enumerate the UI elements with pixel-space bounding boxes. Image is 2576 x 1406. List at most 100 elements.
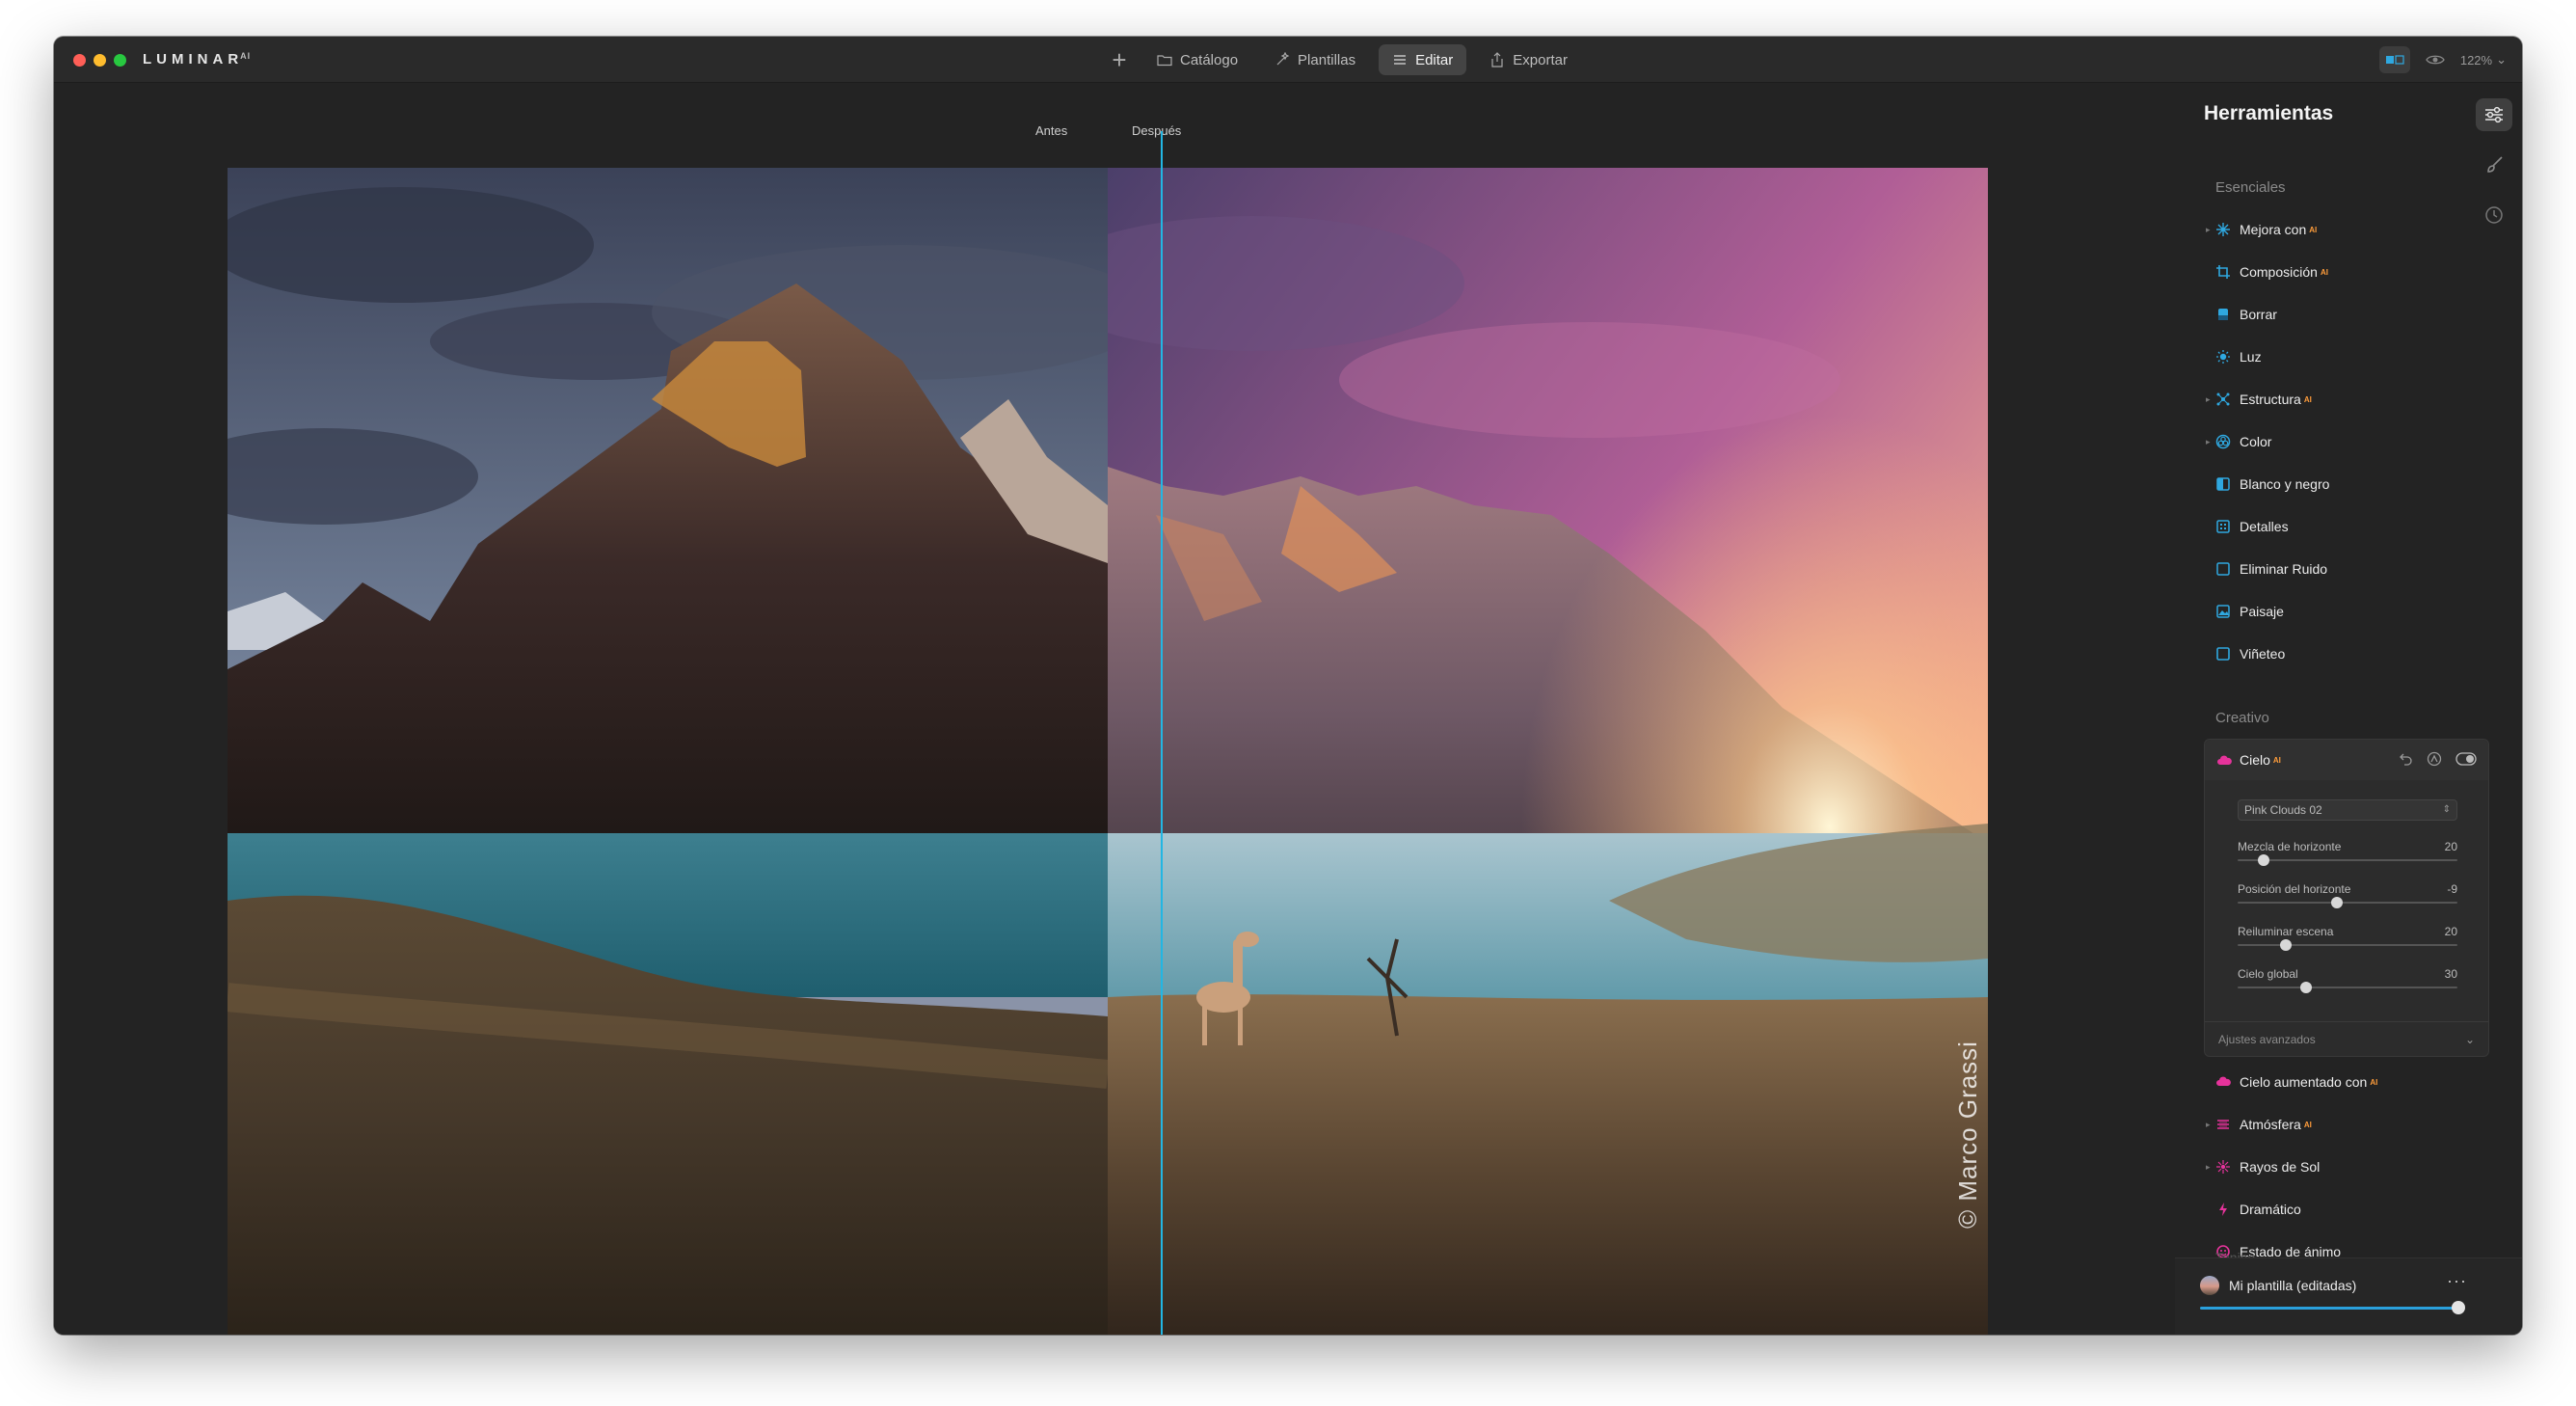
tool-item-dramático[interactable]: Dramático <box>2175 1188 2464 1230</box>
tool-item-paisaje[interactable]: Paisaje <box>2175 590 2464 633</box>
slider-label: Reiluminar escena <box>2238 925 2334 938</box>
slider-knob[interactable] <box>2299 982 2312 993</box>
tool-item-atmósfera[interactable]: ▸ Atmósfera AI <box>2175 1103 2464 1146</box>
tool-item-luz[interactable]: Luz <box>2175 336 2464 378</box>
tool-label: Estructura <box>2240 392 2301 407</box>
tool-item-viñeteo[interactable]: Viñeteo <box>2175 633 2464 675</box>
ai-badge: AI <box>2320 267 2328 277</box>
more-options-icon[interactable]: ··· <box>2447 1271 2467 1291</box>
atmosphere-icon <box>2215 1117 2231 1132</box>
panel-rail <box>2476 98 2512 231</box>
tool-label: Cielo aumentado con <box>2240 1074 2368 1090</box>
clock-icon <box>2485 206 2503 224</box>
panel-title: Herramientas <box>2204 102 2334 124</box>
slider-posición-del-horizonte[interactable]: Posición del horizonte -9 <box>2238 882 2457 921</box>
slider-track[interactable] <box>2238 902 2457 904</box>
slider-knob[interactable] <box>2280 939 2293 951</box>
compare-view-button[interactable] <box>2378 46 2410 73</box>
plus-icon[interactable]: + <box>1105 44 1134 75</box>
cloud-icon <box>2215 1074 2231 1090</box>
visibility-toggle-icon[interactable] <box>2455 752 2477 766</box>
minimize-window-button[interactable] <box>94 54 106 67</box>
tool-item-blanco-y-negro[interactable]: Blanco y negro <box>2175 463 2464 505</box>
templates-tab[interactable]: Plantillas <box>1261 44 1369 75</box>
zoom-window-button[interactable] <box>114 54 126 67</box>
tool-item-rayos-de-sol[interactable]: ▸ Rayos de Sol <box>2175 1146 2464 1188</box>
expand-caret-icon[interactable]: ▸ <box>2206 1162 2211 1173</box>
tool-item-color[interactable]: ▸ Color <box>2175 420 2464 463</box>
slider-label: Cielo global <box>2238 967 2298 981</box>
advanced-settings-toggle[interactable]: Ajustes avanzados ⌄ <box>2205 1021 2488 1056</box>
tool-label: Atmósfera <box>2240 1117 2301 1132</box>
magic-icon <box>1276 52 1290 66</box>
zoom-dropdown[interactable]: 122% ⌄ <box>2460 52 2507 68</box>
share-icon <box>1491 52 1503 68</box>
tool-item-borrar[interactable]: Borrar <box>2175 293 2464 336</box>
tool-label: Mejora con <box>2240 222 2307 237</box>
tool-item-detalles[interactable]: Detalles <box>2175 505 2464 548</box>
slider-mezcla-de-horizonte[interactable]: Mezcla de horizonte 20 <box>2238 840 2457 879</box>
slider-knob[interactable] <box>2330 897 2343 908</box>
view-controls: 122% ⌄ <box>2378 46 2507 73</box>
edit-tab[interactable]: Editar <box>1379 44 1467 75</box>
photo-preview[interactable]: © Marco Grassi <box>228 168 1988 1335</box>
slider-track[interactable] <box>2238 859 2457 861</box>
sky-tool-label: Cielo <box>2240 752 2270 768</box>
catalog-tab[interactable]: Catálogo <box>1143 44 1251 75</box>
tool-label: Blanco y negro <box>2240 476 2330 492</box>
template-name: Mi plantilla (editadas) <box>2229 1278 2357 1293</box>
sparkle-icon <box>2215 222 2231 237</box>
tool-label: Borrar <box>2240 307 2277 322</box>
sky-selection-dropdown[interactable]: Pink Clouds 02 ⇕ <box>2238 799 2457 821</box>
export-tab[interactable]: Exportar <box>1476 44 1581 75</box>
expand-caret-icon[interactable]: ▸ <box>2206 394 2211 405</box>
tools-tab-button[interactable] <box>2476 98 2512 131</box>
export-label: Exportar <box>1513 51 1568 68</box>
tool-label: Paisaje <box>2240 604 2284 619</box>
template-amount-knob[interactable] <box>2452 1301 2465 1314</box>
before-image <box>228 168 1108 1335</box>
template-amount-track[interactable] <box>2200 1307 2458 1310</box>
tool-label: Luz <box>2240 349 2262 365</box>
mask-icon[interactable] <box>2427 751 2442 767</box>
tool-item-eliminar-ruido[interactable]: Eliminar Ruido <box>2175 548 2464 590</box>
slider-label: Posición del horizonte <box>2238 882 2351 896</box>
eraser-icon <box>2215 307 2231 322</box>
sliders-icon <box>2485 106 2503 123</box>
slider-value: 30 <box>2444 967 2457 981</box>
eye-icon[interactable] <box>2426 53 2445 67</box>
tool-item-mejora-con[interactable]: ▸ Mejora con AI <box>2175 208 2464 251</box>
essentials-label: Esenciales <box>2215 179 2286 196</box>
undo-icon[interactable] <box>2400 752 2413 766</box>
slider-reiluminar-escena[interactable]: Reiluminar escena 20 <box>2238 925 2457 963</box>
before-after-divider[interactable] <box>1161 131 1163 1335</box>
expand-caret-icon[interactable]: ▸ <box>2206 225 2211 235</box>
tool-label: Composición <box>2240 264 2318 280</box>
template-thumbnail <box>2200 1276 2219 1295</box>
denoise-icon <box>2215 561 2231 577</box>
slider-track[interactable] <box>2238 944 2457 946</box>
slider-track[interactable] <box>2238 987 2457 988</box>
ai-badge: AI <box>2370 1077 2378 1087</box>
brush-icon <box>2487 156 2503 173</box>
sky-tool-card: Cielo AI Pink Clouds 02 ⇕ Mezcla de horiz… <box>2204 739 2489 1057</box>
slider-knob[interactable] <box>2258 854 2270 866</box>
image-canvas[interactable]: Antes Después © Marco Grassi <box>54 83 2175 1335</box>
close-window-button[interactable] <box>73 54 86 67</box>
app-window: LUMINARAI + Catálogo Plantillas Editar E… <box>54 37 2522 1335</box>
slider-value: 20 <box>2444 840 2457 853</box>
tool-item-composición[interactable]: Composición AI <box>2175 251 2464 293</box>
tool-item-estructura[interactable]: ▸ Estructura AI <box>2175 378 2464 420</box>
expand-caret-icon[interactable]: ▸ <box>2206 1120 2211 1130</box>
brush-tab-button[interactable] <box>2476 149 2512 181</box>
ai-badge: AI <box>2303 394 2312 404</box>
window-controls <box>73 54 126 67</box>
expand-caret-icon[interactable]: ▸ <box>2206 437 2211 447</box>
slider-cielo-global[interactable]: Cielo global 30 <box>2238 967 2457 1006</box>
tool-label: Dramático <box>2240 1202 2301 1217</box>
color-icon <box>2215 434 2231 449</box>
history-tab-button[interactable] <box>2476 199 2512 231</box>
tool-label: Viñeteo <box>2240 646 2286 662</box>
edit-label: Editar <box>1415 51 1454 68</box>
tool-item-cielo-aumentado-con[interactable]: Cielo aumentado con AI <box>2175 1061 2464 1103</box>
